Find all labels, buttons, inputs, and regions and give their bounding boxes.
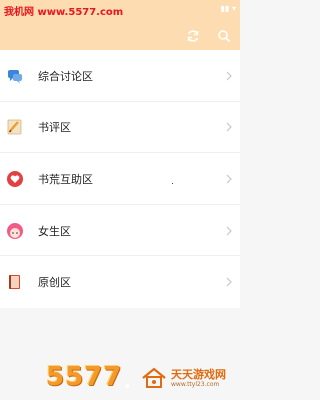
status-indicators: ▮▮ ▾	[220, 4, 236, 13]
stray-dot	[172, 183, 173, 184]
chevron-right-icon	[226, 277, 232, 287]
house-logo-icon	[142, 367, 166, 388]
watermark-top-text: 我机网 www.5577.com	[4, 7, 124, 18]
section-item-label: 综合讨论区	[38, 69, 93, 83]
refresh-icon	[187, 30, 199, 42]
chevron-right-icon	[226, 174, 232, 184]
section-item-book-help[interactable]: 书荒互助区	[0, 153, 240, 205]
watermark-number: 5577	[46, 362, 123, 392]
section-list: 综合讨论区 书评区 书荒互助区 女生区 原创区	[0, 50, 240, 308]
section-item-female[interactable]: 女生区	[0, 205, 240, 257]
section-item-label: 女生区	[38, 224, 71, 238]
section-item-reviews[interactable]: 书评区	[0, 102, 240, 154]
chevron-right-icon	[226, 71, 232, 81]
watermark-url: www.ttyl23.com	[171, 381, 220, 388]
chevron-right-icon	[226, 226, 232, 236]
watermark-dot: .	[124, 372, 131, 393]
heart-circle-icon	[6, 170, 24, 188]
section-item-original[interactable]: 原创区	[0, 256, 240, 308]
chevron-right-icon	[226, 122, 232, 132]
search-button[interactable]	[213, 25, 235, 47]
section-item-label: 书荒互助区	[38, 172, 93, 186]
refresh-button[interactable]	[182, 25, 204, 47]
book-icon	[6, 273, 24, 291]
girl-face-icon	[6, 222, 24, 240]
chat-bubbles-icon	[6, 67, 24, 85]
pencil-note-icon	[6, 118, 24, 136]
watermark-site-name: 天天游戏网	[171, 368, 226, 381]
header-bar	[0, 22, 240, 50]
section-item-label: 原创区	[38, 276, 71, 290]
section-item-general[interactable]: 综合讨论区	[0, 50, 240, 102]
section-item-label: 书评区	[38, 121, 71, 135]
search-icon	[218, 30, 231, 43]
watermark-bottom: 5577 . 天天游戏网 www.ttyl23.com	[0, 360, 240, 400]
status-bar: 我机网 www.5577.com ▮▮ ▾	[0, 0, 240, 22]
